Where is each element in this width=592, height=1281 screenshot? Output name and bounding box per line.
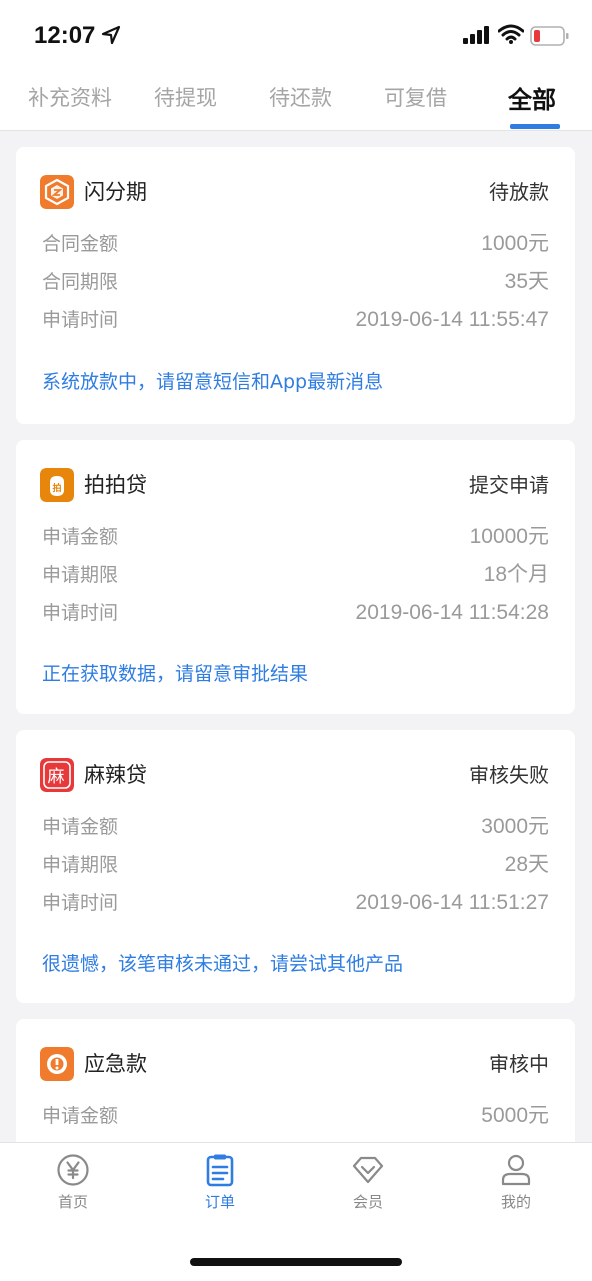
detail-label: 申请期限 xyxy=(42,854,119,876)
status-bar: 12:07 xyxy=(0,0,592,74)
clipboard-icon xyxy=(206,1154,234,1187)
order-message: 很遗憾，该笔审核未通过，请尝试其他产品 xyxy=(42,953,404,975)
diamond-icon xyxy=(352,1156,384,1184)
emergency-logo-icon xyxy=(40,1047,74,1081)
active-tab-indicator xyxy=(510,124,560,129)
tabbar-label: 订单 xyxy=(204,1193,235,1211)
order-status: 审核失败 xyxy=(469,763,549,787)
wifi-icon xyxy=(498,24,524,44)
detail-row: 申请时间 2019-06-14 11:55:47 xyxy=(42,305,549,335)
detail-row: 申请期限 18个月 xyxy=(42,560,549,590)
svg-text:拍: 拍 xyxy=(52,482,61,494)
tab-all[interactable]: 全部 xyxy=(508,80,556,115)
detail-row: 合同金额 1000元 xyxy=(42,229,549,259)
tabbar-membership[interactable]: 会员 xyxy=(308,1153,428,1212)
product-name: 应急款 xyxy=(84,1052,147,1076)
mala-logo-glyph: 麻 xyxy=(48,767,65,787)
order-message: 正在获取数据，请留意审批结果 xyxy=(42,663,309,685)
order-list[interactable]: 闪分期 待放款 合同金额 1000元 合同期限 35天 申请时间 2019-06… xyxy=(0,131,592,1142)
mala-logo-icon: 麻 xyxy=(40,758,74,792)
status-time: 12:07 xyxy=(34,22,96,49)
detail-value: 28天 xyxy=(504,853,549,876)
detail-row: 申请金额 10000元 xyxy=(42,522,549,552)
detail-value: 18个月 xyxy=(483,563,549,586)
product-name: 闪分期 xyxy=(84,180,147,204)
person-icon xyxy=(501,1154,531,1186)
detail-value: 1000元 xyxy=(481,232,549,255)
detail-value: 2019-06-14 11:54:28 xyxy=(355,601,549,624)
product-name: 麻辣贷 xyxy=(84,763,147,787)
tab-pending-repay[interactable]: 待还款 xyxy=(269,82,332,112)
detail-row: 申请期限 28天 xyxy=(42,850,549,880)
tabbar-label: 首页 xyxy=(57,1193,88,1211)
order-message: 系统放款中，请留意短信和App最新消息 xyxy=(42,371,384,393)
order-card[interactable]: 闪分期 待放款 合同金额 1000元 合同期限 35天 申请时间 2019-06… xyxy=(16,147,575,424)
detail-value: 3000元 xyxy=(481,815,549,838)
detail-label: 申请时间 xyxy=(42,892,119,914)
detail-label: 申请金额 xyxy=(42,816,119,838)
detail-label: 合同金额 xyxy=(42,233,119,255)
detail-label: 申请时间 xyxy=(42,309,119,331)
order-card[interactable]: 麻 麻辣贷 审核失败 申请金额 3000元 申请期限 28天 申请时间 2019… xyxy=(16,730,575,1003)
flash-logo-icon xyxy=(40,175,74,209)
ppdai-logo-icon: 拍 xyxy=(40,468,74,502)
order-status: 待放款 xyxy=(489,180,549,204)
order-status-tabs: 补充资料 待提现 待还款 可复借 全部 xyxy=(0,74,592,131)
detail-value: 35天 xyxy=(504,270,549,293)
cellular-signal-icon xyxy=(463,26,489,44)
tabbar-home[interactable]: 首页 xyxy=(13,1153,133,1212)
order-status: 审核中 xyxy=(489,1052,549,1076)
order-card[interactable]: 应急款 审核中 申请金额 5000元 xyxy=(16,1019,575,1142)
detail-row: 申请金额 5000元 xyxy=(42,1101,549,1131)
detail-row: 申请时间 2019-06-14 11:54:28 xyxy=(42,598,549,628)
location-arrow-icon xyxy=(101,25,121,45)
detail-label: 申请时间 xyxy=(42,602,119,624)
tab-supplement-info[interactable]: 补充资料 xyxy=(28,82,112,112)
detail-label: 申请金额 xyxy=(42,526,119,548)
detail-value: 10000元 xyxy=(469,525,549,548)
detail-label: 申请期限 xyxy=(42,564,119,586)
tabbar-label: 会员 xyxy=(352,1193,383,1211)
order-status: 提交申请 xyxy=(469,473,549,497)
order-card[interactable]: 拍 拍拍贷 提交申请 申请金额 10000元 申请期限 18个月 申请时间 20… xyxy=(16,440,575,714)
tabbar-mine[interactable]: 我的 xyxy=(456,1153,576,1212)
detail-row: 申请金额 3000元 xyxy=(42,812,549,842)
detail-value: 2019-06-14 11:55:47 xyxy=(355,308,549,331)
battery-icon xyxy=(530,26,569,46)
home-indicator[interactable] xyxy=(190,1258,402,1266)
detail-value: 5000元 xyxy=(481,1104,549,1127)
detail-label: 合同期限 xyxy=(42,271,119,293)
tabbar-orders[interactable]: 订单 xyxy=(160,1153,280,1212)
tabbar-label: 我的 xyxy=(500,1193,531,1211)
detail-value: 2019-06-14 11:51:27 xyxy=(355,891,549,914)
yen-icon xyxy=(57,1154,89,1186)
detail-row: 合同期限 35天 xyxy=(42,267,549,297)
tab-pending-withdraw[interactable]: 待提现 xyxy=(154,82,217,112)
tab-reborrow[interactable]: 可复借 xyxy=(384,82,447,112)
detail-row: 申请时间 2019-06-14 11:51:27 xyxy=(42,888,549,918)
product-name: 拍拍贷 xyxy=(84,473,147,497)
detail-label: 申请金额 xyxy=(42,1105,119,1127)
